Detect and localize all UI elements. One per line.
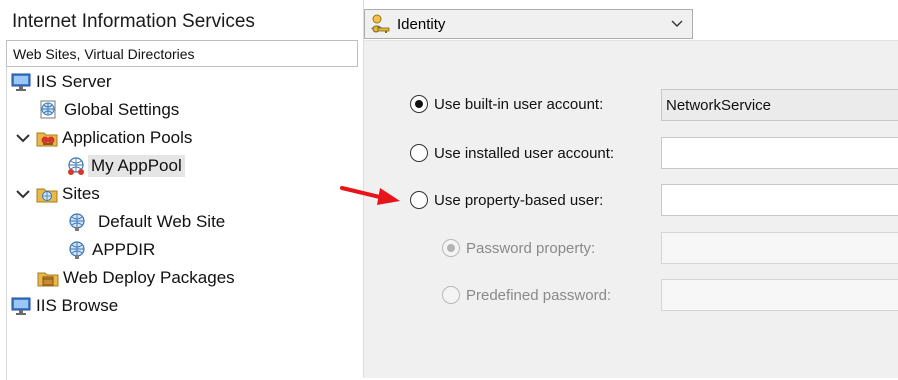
tree-node-label: My AppPool — [88, 155, 185, 177]
property-based-user-radio[interactable] — [410, 191, 428, 209]
app-pools-icon — [36, 132, 58, 147]
tree-node-global-settings[interactable]: Global Settings — [38, 97, 179, 123]
predefined-password-radio — [442, 286, 460, 304]
tree-node-iis-server[interactable]: IIS Server — [10, 69, 112, 95]
section-dropdown-value: Identity — [397, 15, 446, 33]
installed-account-field[interactable] — [661, 137, 898, 169]
property-based-user-field[interactable] — [661, 184, 898, 216]
section-dropdown[interactable]: Identity — [364, 9, 693, 39]
builtin-account-field[interactable]: NetworkService — [661, 89, 898, 121]
identity-key-icon — [371, 14, 390, 33]
tree-node-my-apppool[interactable]: My AppPool — [65, 153, 185, 179]
monitor-icon — [11, 73, 31, 91]
tree-node-label: IIS Browse — [36, 296, 119, 315]
package-icon — [37, 272, 59, 287]
tree-node-label: Sites — [62, 184, 100, 203]
installed-account-option[interactable]: Use installed user account: — [410, 144, 614, 162]
password-property-radio — [442, 239, 460, 257]
tree-node-web-deploy-packages[interactable]: Web Deploy Packages — [37, 265, 235, 291]
tree-node-label: Default Web Site — [98, 212, 226, 231]
tree-node-label: APPDIR — [92, 240, 156, 259]
password-property-label: Password property: — [466, 239, 596, 257]
builtin-account-radio[interactable] — [410, 95, 428, 113]
tree-node-sites[interactable]: Sites — [14, 181, 100, 207]
chevron-down-icon — [671, 20, 683, 27]
property-based-user-label: Use property-based user: — [434, 191, 604, 209]
chevron-down-icon[interactable] — [14, 185, 32, 203]
left-panel: Internet Information Services Web Sites,… — [0, 0, 363, 380]
installed-account-label: Use installed user account: — [434, 144, 615, 162]
sites-folder-icon — [36, 188, 58, 203]
tree-node-label: IIS Server — [36, 72, 112, 91]
tree-node-label: Global Settings — [64, 100, 180, 119]
monitor-icon — [11, 297, 31, 315]
tree-node-appdir[interactable]: APPDIR — [66, 237, 155, 263]
builtin-account-label: Use built-in user account: — [434, 95, 604, 113]
password-property-field — [661, 232, 898, 264]
installed-account-radio[interactable] — [410, 144, 428, 162]
web-site-icon — [69, 213, 85, 231]
tree-header: Web Sites, Virtual Directories — [6, 40, 358, 67]
tree-node-label: Web Deploy Packages — [63, 268, 235, 287]
predefined-password-field — [661, 279, 898, 311]
password-property-option: Password property: — [442, 239, 595, 257]
tree-node-application-pools[interactable]: Application Pools — [14, 125, 192, 151]
chevron-down-icon[interactable] — [14, 129, 32, 147]
builtin-account-option[interactable]: Use built-in user account: — [410, 95, 603, 113]
app-pool-icon — [68, 157, 84, 175]
property-based-user-option[interactable]: Use property-based user: — [410, 191, 603, 209]
web-site-icon — [69, 241, 85, 259]
app-title: Internet Information Services — [12, 11, 255, 32]
tree-node-iis-browse[interactable]: IIS Browse — [10, 293, 118, 319]
red-arrow-annotation — [340, 186, 400, 205]
predefined-password-option: Predefined password: — [442, 286, 611, 304]
globe-settings-icon — [40, 100, 56, 119]
predefined-password-label: Predefined password: — [466, 286, 612, 304]
tree-node-label: Application Pools — [62, 128, 193, 147]
tree-node-default-web-site[interactable]: Default Web Site — [66, 209, 225, 235]
